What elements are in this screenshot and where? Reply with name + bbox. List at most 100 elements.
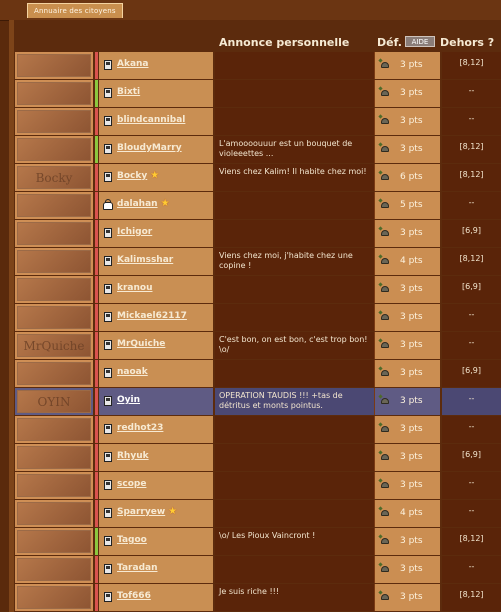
table-row[interactable]: Rhyuk 3 pts [6,9] (15, 444, 501, 471)
citizen-name-link[interactable]: Akana (117, 59, 149, 69)
table-row[interactable]: Tagoo \o/ Les Pioux Vaincront ! 3 pts [8,12… (15, 528, 501, 555)
table-row[interactable]: MrQuiche MrQuiche C'est bon, on est bon, c… (15, 332, 501, 359)
citizen-name-link[interactable]: scope (117, 479, 146, 489)
aide-button[interactable]: AIDE (405, 36, 435, 47)
name-cell: Bixti (99, 80, 215, 107)
phone-icon (104, 396, 112, 406)
citizen-name-link[interactable]: Rhyuk (117, 451, 149, 461)
tab-annuaire-citoyens[interactable]: Annuaire des citoyens (27, 3, 123, 18)
citizen-name-link[interactable]: BloudyMarry (117, 143, 182, 153)
citizen-name: Oyin (117, 395, 141, 405)
table-row[interactable]: OYIN Oyin OPERATION TAUDIS !!! +tas de dét… (15, 388, 501, 415)
outside-cell: -- (442, 304, 501, 331)
citizen-name-link[interactable]: Sparryew ★ (117, 507, 177, 518)
citizen-name-link[interactable]: naoak (117, 367, 148, 377)
table-row[interactable]: naoak 3 pts [6,9] (15, 360, 501, 387)
helmet-icon (378, 478, 389, 489)
message-cell (215, 500, 375, 527)
defense-cell: 4 pts (375, 500, 442, 527)
helmet-icon (378, 450, 389, 461)
avatar-label: Bocky (35, 171, 73, 185)
avatar-cell (15, 136, 95, 163)
helmet-icon (378, 282, 389, 293)
table-row[interactable]: redhot23 3 pts -- (15, 416, 501, 443)
defense-cell: 3 pts (375, 388, 442, 415)
outside-coordinates: [6,9] (462, 450, 481, 459)
table-row[interactable]: dalahan ★ 5 pts -- (15, 192, 501, 219)
citizen-name-link[interactable]: Oyin (117, 395, 140, 405)
table-row[interactable]: blindcannibal 3 pts -- (15, 108, 501, 135)
avatar-cell (15, 584, 95, 611)
defense-cell: 5 pts (375, 192, 442, 219)
citizen-name-link[interactable]: Mickael62117 (117, 311, 187, 321)
outside-cell: -- (442, 108, 501, 135)
personal-message: Viens chez Kalim! Il habite chez moi! (219, 167, 367, 176)
phone-icon (104, 424, 112, 434)
helmet-icon (378, 338, 389, 349)
citizen-name: Taradan (117, 563, 158, 573)
citizen-name-link[interactable]: Bocky ★ (117, 171, 159, 182)
outside-cell: [8,12] (442, 528, 501, 555)
table-row[interactable]: Taradan 3 pts -- (15, 556, 501, 583)
table-row[interactable]: kranou 3 pts [6,9] (15, 276, 501, 303)
citizen-name-link[interactable]: MrQuiche (117, 339, 165, 349)
status-indicator (95, 164, 98, 191)
citizen-name: Mickael62117 (117, 311, 187, 321)
message-cell (215, 360, 375, 387)
table-row[interactable]: Mickael62117 3 pts -- (15, 304, 501, 331)
citizen-name-link[interactable]: Kalimsshar (117, 255, 173, 265)
citizen-name-link[interactable]: blindcannibal (117, 115, 185, 125)
avatar-cell (15, 556, 95, 583)
citizen-name-link[interactable]: Taradan (117, 563, 158, 573)
outside-cell: [6,9] (442, 360, 501, 387)
defense-cell: 3 pts (375, 80, 442, 107)
message-cell (215, 108, 375, 135)
name-cell: Ichigor (99, 220, 215, 247)
defense-points: 3 pts (400, 564, 423, 574)
citizen-name-link[interactable]: Tof666 (117, 591, 151, 601)
citizen-name: Ichigor (117, 227, 153, 237)
table-row[interactable]: BloudyMarry L'amoooouuur est un bouquet d… (15, 136, 501, 163)
defense-cell: 3 pts (375, 584, 442, 611)
helmet-icon (378, 170, 389, 181)
avatar-cell (15, 108, 95, 135)
table-row[interactable]: Bocky Bocky ★ Viens chez Kalim! Il habite c… (15, 164, 501, 191)
citizen-name: BloudyMarry (117, 143, 182, 153)
defense-points: 3 pts (400, 60, 423, 70)
citizen-name: scope (117, 479, 147, 489)
message-cell (215, 192, 375, 219)
defense-points: 3 pts (400, 368, 423, 378)
outside-coordinates: [8,12] (459, 170, 484, 179)
table-row[interactable]: Sparryew ★ 4 pts -- (15, 500, 501, 527)
status-indicator (95, 136, 98, 163)
table-row[interactable]: Bixti 3 pts -- (15, 80, 501, 107)
message-cell (215, 444, 375, 471)
helmet-icon (378, 254, 389, 265)
status-indicator (95, 192, 98, 219)
citizen-name: kranou (117, 283, 153, 293)
table-row[interactable]: scope 3 pts -- (15, 472, 501, 499)
table-row[interactable]: Ichigor 3 pts [6,9] (15, 220, 501, 247)
star-icon: ★ (160, 198, 170, 209)
name-cell: Taradan (99, 556, 215, 583)
citizen-name-link[interactable]: Ichigor (117, 227, 152, 237)
outside-cell: -- (442, 80, 501, 107)
table-row[interactable]: Tof666 Je suis riche !!! 3 pts [8,12] (15, 584, 501, 611)
citizen-name-link[interactable]: dalahan ★ (117, 198, 170, 210)
outside-coordinates: -- (468, 506, 475, 515)
message-cell: OPERATION TAUDIS !!! +tas de détritus et… (215, 388, 375, 415)
citizen-name-link[interactable]: redhot23 (117, 423, 163, 433)
citizen-directory-panel: Annonce personnelle Déf. AIDE Dehors ? A… (9, 20, 501, 612)
table-row[interactable]: Kalimsshar Viens chez moi, j'habite chez … (15, 248, 501, 275)
personal-message: \o/ Les Pioux Vaincront ! (219, 531, 316, 540)
avatar: OYIN (17, 390, 91, 413)
citizen-name-link[interactable]: Tagoo (117, 535, 147, 545)
phone-icon (104, 592, 112, 602)
defense-points: 3 pts (400, 452, 423, 462)
outside-cell: [8,12] (442, 248, 501, 275)
defense-cell: 6 pts (375, 164, 442, 191)
table-row[interactable]: Akana 3 pts [8,12] (15, 52, 501, 79)
outside-coordinates: -- (468, 422, 475, 431)
citizen-name-link[interactable]: Bixti (117, 87, 140, 97)
citizen-name-link[interactable]: kranou (117, 283, 153, 293)
